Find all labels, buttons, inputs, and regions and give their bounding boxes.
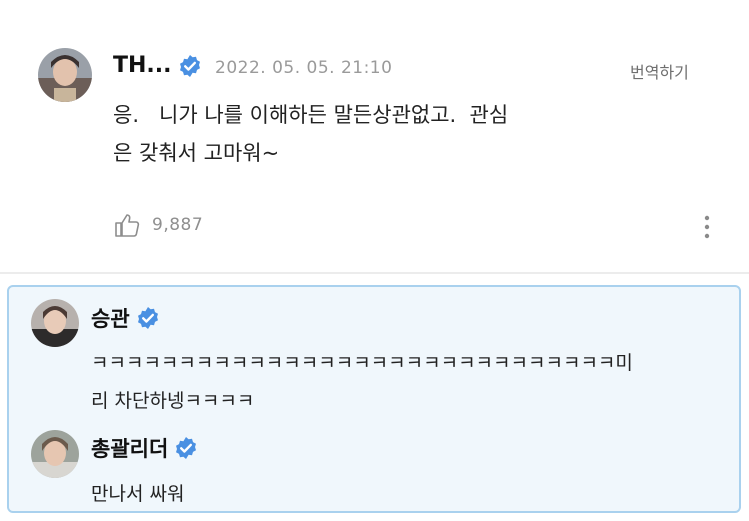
reply-author-row-2: 총괄리더 [91, 433, 198, 463]
verified-badge-icon [174, 436, 198, 460]
reply-author-name-1[interactable]: 승관 [91, 303, 130, 333]
reply-text-1-line-1: ㅋㅋㅋㅋㅋㅋㅋㅋㅋㅋㅋㅋㅋㅋㅋㅋㅋㅋㅋㅋㅋㅋㅋㅋㅋㅋㅋㅋㅋㅋ미 [91, 352, 633, 374]
reply-author-row-1: 승관 [91, 303, 160, 333]
like-count: 9,887 [152, 215, 204, 235]
reply-avatar-2[interactable] [31, 430, 79, 478]
author-name[interactable]: TH... [113, 53, 172, 78]
author-row: TH... [113, 53, 202, 78]
post-timestamp: 2022. 05. 05. 21:10 [215, 58, 393, 78]
reply-author-name-2[interactable]: 총괄리더 [91, 433, 168, 463]
post-text-line-1: 응. 니가 나를 이해하든 말든상관없고. 관심 [113, 103, 509, 127]
translate-button[interactable]: 번역하기 [630, 59, 689, 83]
reply-text-1-line-2: 리 차단하넹ㅋㅋㅋㅋ [91, 390, 255, 412]
verified-badge-icon [136, 306, 160, 330]
thumbs-up-icon [114, 212, 140, 238]
reply-avatar-1[interactable] [31, 299, 79, 347]
reply-text-2: 만나서 싸워 [91, 483, 185, 505]
author-avatar[interactable] [38, 48, 92, 102]
post-text-line-2: 은 갖춰서 고마워~ [113, 141, 280, 165]
verified-badge-icon [178, 54, 202, 78]
like-button[interactable]: 9,887 [114, 212, 203, 238]
reply-box: 승관 ㅋㅋㅋㅋㅋㅋㅋㅋㅋㅋㅋㅋㅋㅋㅋㅋㅋㅋㅋㅋㅋㅋㅋㅋㅋㅋㅋㅋㅋㅋ미 리 차단하… [7, 285, 741, 513]
more-vertical-icon[interactable] [702, 214, 712, 240]
section-divider [0, 272, 749, 274]
main-post: TH... 2022. 05. 05. 21:10 번역하기 응. 니가 나를 … [0, 0, 749, 272]
